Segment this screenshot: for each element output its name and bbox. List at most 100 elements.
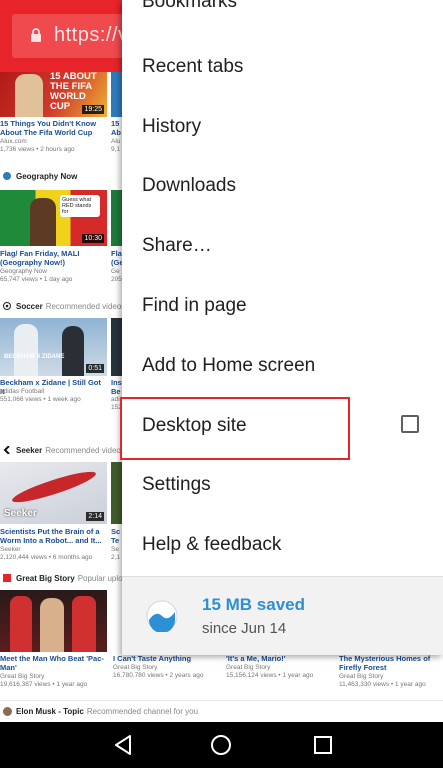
menu-item-label: Recent tabs — [142, 56, 244, 77]
menu-item-find-in-page[interactable]: Find in page — [122, 277, 443, 337]
video-duration: 19:25 — [82, 105, 104, 114]
video-title[interactable]: Meet the Man Who Beat 'Pac-Man' — [0, 654, 105, 672]
video-duration: 0:51 — [86, 364, 104, 373]
video-duration: 2:14 — [86, 512, 104, 521]
worm-image — [9, 466, 99, 508]
menu-item-bookmarks[interactable]: Bookmarks — [142, 0, 237, 13]
video-title[interactable]: (Ge — [111, 258, 122, 267]
menu-item-label: History — [142, 116, 202, 137]
video-title[interactable]: Te — [111, 536, 122, 545]
back-icon[interactable] — [110, 732, 136, 758]
video-title[interactable]: Ins — [111, 378, 122, 387]
video-title[interactable]: 'It's a Me, Mario!' — [226, 654, 326, 663]
video-thumbnail[interactable]: Guess what RED stands for 10:30 — [0, 190, 107, 246]
menu-item-label: Share… — [142, 235, 212, 256]
menu-item-label: Desktop site — [142, 415, 247, 436]
video-channel: Great Big Story — [0, 673, 45, 680]
video-thumbnail[interactable] — [111, 318, 122, 376]
video-title[interactable]: Be — [111, 387, 122, 396]
soccer-ball-icon — [3, 302, 11, 310]
video-meta: 2,1 — [111, 554, 121, 561]
data-saver-summary[interactable]: 15 MB saved since Jun 14 — [122, 576, 443, 655]
video-title[interactable]: Ab — [111, 128, 122, 137]
video-meta: 551,066 views • 1 week ago — [0, 396, 81, 403]
channel-name[interactable]: Elon Musk - Topic — [16, 707, 84, 716]
menu-item-desktop-site[interactable]: Desktop site — [122, 397, 443, 457]
menu-item-label: Help & feedback — [142, 534, 282, 555]
data-saved-since: since Jun 14 — [202, 620, 287, 637]
menu-item-downloads[interactable]: Downloads — [122, 157, 443, 217]
video-title[interactable]: Sc — [111, 527, 122, 536]
section-name[interactable]: Geography Now — [16, 172, 77, 181]
menu-item-add-to-home-screen[interactable]: Add to Home screen — [122, 337, 443, 397]
video-channel: Se — [111, 546, 119, 553]
video-title[interactable]: Scientists Put the Brain of a Worm Into … — [0, 527, 105, 545]
video-meta: 205 — [111, 276, 122, 283]
video-title[interactable]: I Can't Taste Anything — [113, 654, 213, 663]
person-image — [15, 74, 43, 117]
video-meta: 1,736 views • 2 hours ago — [0, 146, 75, 153]
video-meta: 19,616,387 views • 1 year ago — [0, 681, 88, 688]
video-meta: 15,156,124 views • 1 year ago — [226, 672, 314, 679]
video-thumbnail[interactable] — [111, 72, 122, 117]
section-name[interactable]: Great Big Story — [16, 574, 75, 583]
menu-item-recent-tabs[interactable]: Recent tabs — [122, 38, 443, 98]
menu-item-label: Settings — [142, 474, 211, 495]
video-duration: 10:30 — [82, 234, 104, 243]
menu-item-share[interactable]: Share… — [122, 217, 443, 277]
recents-icon[interactable] — [310, 732, 336, 758]
menu-item-label: Find in page — [142, 295, 247, 316]
menu-item-label: Add to Home screen — [142, 355, 316, 376]
video-meta: 152 — [111, 404, 122, 411]
video-channel: Seeker — [0, 546, 21, 553]
menu-item-settings[interactable]: Settings — [122, 456, 443, 516]
section-name[interactable]: Soccer — [16, 302, 43, 311]
video-thumbnail[interactable] — [111, 462, 122, 524]
video-channel: adi — [111, 396, 120, 403]
video-channel: adidas Football — [0, 388, 45, 395]
speech-bubble: Guess what RED stands for — [60, 195, 100, 217]
channel-subtitle: Recommended channel for you — [86, 707, 199, 716]
person-image — [14, 324, 38, 376]
video-thumbnail[interactable] — [111, 190, 122, 246]
video-title[interactable]: 15 Things You Didn't Know About The Fifa… — [0, 119, 110, 137]
video-title[interactable]: 15 — [111, 119, 122, 128]
video-channel: Geography Now — [0, 268, 47, 275]
arcade-image — [72, 596, 96, 652]
desktop-site-checkbox[interactable] — [401, 415, 419, 433]
video-meta: 11,463,330 views • 1 year ago — [339, 681, 426, 688]
url-text[interactable]: https://v — [54, 24, 129, 47]
thumbnail-text: Seeker — [4, 508, 37, 519]
section-name[interactable]: Seeker — [16, 446, 42, 455]
home-icon[interactable] — [208, 732, 234, 758]
video-channel: Great Big Story — [226, 664, 271, 671]
great-big-story-icon — [3, 574, 11, 582]
video-title[interactable]: Fla — [111, 249, 122, 258]
video-thumbnail[interactable]: Seeker 2:14 — [0, 462, 107, 524]
channel-icon — [3, 172, 11, 180]
arcade-image — [10, 596, 32, 652]
video-thumbnail[interactable]: 15 ABOUT THE FIFA WORLD CUP 19:25 — [0, 72, 107, 117]
channel-recommendation[interactable]: Elon Musk - Topic Recommended channel for… — [0, 700, 443, 723]
person-image — [40, 598, 64, 652]
menu-item-help-feedback[interactable]: Help & feedback — [122, 516, 443, 576]
lock-icon — [31, 28, 41, 42]
overflow-menu: Bookmarks Recent tabs History Downloads … — [122, 0, 443, 655]
video-channel: Alux.com — [0, 138, 27, 145]
video-title[interactable]: Flag/ Fan Friday, MALI (Geography Now!) — [0, 249, 105, 267]
thumbnail-text: BECKHAM X ZIDANE — [4, 354, 65, 360]
video-thumbnail[interactable]: BECKHAM X ZIDANE 0:51 — [0, 318, 107, 376]
video-thumbnail[interactable] — [0, 590, 107, 652]
menu-item-history[interactable]: History — [122, 98, 443, 158]
data-saved-amount: 15 MB saved — [202, 595, 305, 614]
video-meta: 2,120,444 views • 6 months ago — [0, 554, 93, 561]
data-saver-icon — [146, 600, 178, 632]
video-title[interactable]: The Mysterious Homes of Firefly Forest — [339, 654, 439, 672]
video-meta: 65,747 views • 1 day ago — [0, 276, 73, 283]
seeker-logo-icon — [3, 446, 10, 454]
system-nav-bar — [0, 722, 443, 768]
video-channel: Ge — [111, 268, 120, 275]
video-channel: Great Big Story — [339, 673, 384, 680]
video-channel: Alu — [111, 138, 121, 145]
video-channel: Great Big Story — [113, 664, 158, 671]
